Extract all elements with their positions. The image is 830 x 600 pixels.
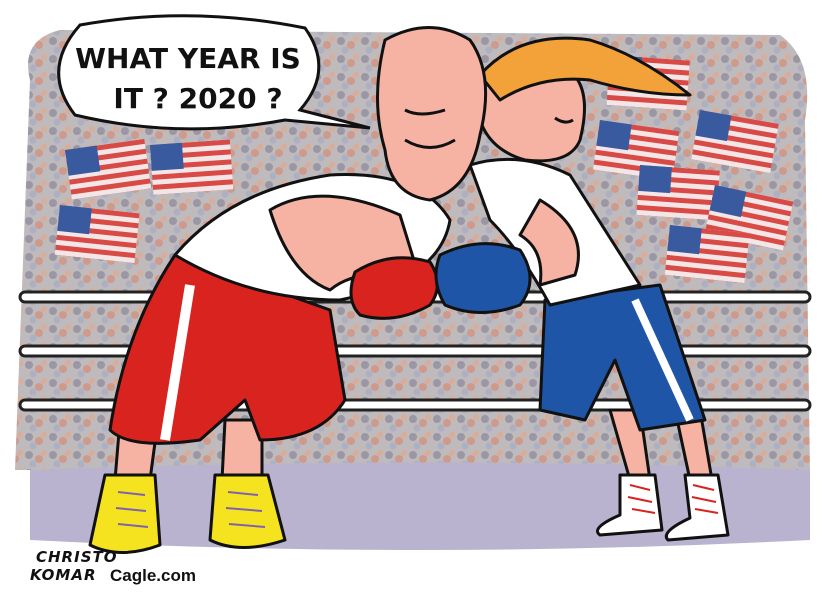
speech-text-line2: IT ? 2020 ? (113, 82, 282, 115)
artist-signature-last: KOMAR (30, 566, 97, 584)
speech-text-line1: WHAT YEAR IS (75, 42, 301, 75)
site-credit: Cagle.com (110, 566, 196, 585)
blue-glove (434, 242, 532, 314)
red-glove (349, 256, 439, 320)
cartoon-illustration: WHAT YEAR IS IT ? 2020 ? (15, 14, 812, 554)
artist-signature-first: CHRISTO (36, 548, 118, 566)
